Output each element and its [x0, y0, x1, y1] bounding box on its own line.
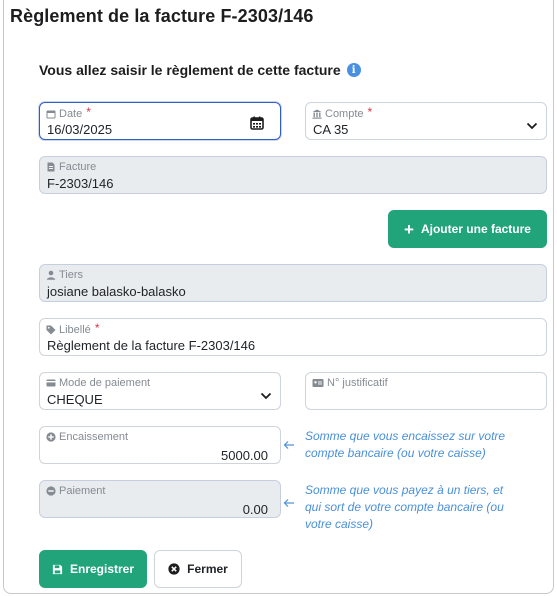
add-invoice-button[interactable]: + Ajouter une facture — [388, 210, 547, 248]
arrow-left-icon — [283, 499, 294, 507]
info-icon[interactable]: i — [346, 63, 361, 77]
close-label: Fermer — [187, 562, 228, 576]
date-value: 16/03/2025 — [47, 122, 113, 137]
subtitle: Vous allez saisir le règlement de cette … — [39, 62, 361, 78]
close-circle-icon — [168, 563, 180, 575]
encaissement-hint-line: compte bancaire (ou votre caisse) — [305, 446, 486, 460]
paiement-label: Paiement — [46, 485, 105, 497]
compte-required-mark: * — [367, 105, 373, 119]
compte-label-text: Compte — [325, 108, 364, 120]
mode-paiement-value: CHEQUE — [47, 392, 103, 407]
tag-icon — [46, 325, 56, 335]
date-label: Date * — [46, 105, 91, 121]
libelle-value: Règlement de la facture F-2303/146 — [47, 338, 256, 353]
encaissement-value: 5000.00 — [221, 448, 268, 463]
mode-paiement-select[interactable]: Mode de paiement CHEQUE — [39, 372, 281, 410]
add-invoice-label: Ajouter une facture — [420, 222, 531, 236]
save-label: Enregistrer — [69, 562, 135, 576]
plus-circle-icon — [46, 432, 56, 442]
encaissement-label-text: Encaissement — [59, 431, 129, 443]
paiement-hint-line: votre caisse) — [305, 517, 374, 531]
paiement-value: 0.00 — [242, 502, 268, 517]
encaissement-label: Encaissement — [46, 431, 128, 443]
chevron-down-icon — [526, 122, 538, 130]
credit-card-icon — [46, 379, 56, 387]
tiers-value: josiane balasko-balasko — [47, 284, 186, 299]
facture-value: F-2303/146 — [47, 176, 114, 191]
tiers-field: Tiers josiane balasko-balasko — [39, 264, 547, 302]
facture-field: Facture F-2303/146 — [39, 156, 547, 194]
encaissement-input[interactable]: Encaissement 5000.00 — [39, 426, 281, 464]
paiement-hint-line: Somme que vous payez à un tiers, et — [305, 483, 504, 497]
facture-label-text: Facture — [59, 161, 97, 173]
libelle-label: Libellé * — [46, 321, 100, 337]
arrow-left-icon — [283, 441, 294, 449]
tiers-label: Tiers — [46, 269, 83, 281]
facture-label: Facture — [46, 161, 96, 173]
date-label-text: Date — [59, 108, 83, 120]
justificatif-input[interactable]: N° justificatif — [305, 372, 547, 410]
paiement-input[interactable]: Paiement 0.00 — [39, 480, 281, 518]
document-icon — [47, 162, 55, 172]
calendar-small-icon — [46, 110, 56, 119]
mode-paiement-label-text: Mode de paiement — [59, 377, 151, 389]
libelle-required-mark: * — [94, 321, 100, 335]
minus-circle-icon — [46, 486, 56, 496]
compte-value: CA 35 — [313, 122, 349, 137]
plus-icon: + — [404, 219, 414, 239]
compte-label: Compte * — [312, 105, 373, 121]
chevron-down-icon — [260, 392, 272, 400]
justificatif-label: N° justificatif — [312, 377, 388, 389]
encaissement-hint-line: Somme que vous encaissez sur votre — [305, 429, 506, 443]
date-required-mark: * — [86, 105, 91, 119]
user-icon — [46, 270, 56, 280]
paiement-hint-line: qui sort de votre compte bancaire (ou — [305, 500, 504, 514]
page-title: Règlement de la facture F-2303/146 — [10, 6, 314, 26]
libelle-input[interactable]: Libellé * Règlement de la facture F-2303/… — [39, 318, 547, 356]
justificatif-label-text: N° justificatif — [327, 377, 388, 389]
paiement-hint: Somme que vous payez à un tiers, et qui … — [305, 482, 504, 533]
save-button[interactable]: Enregistrer — [39, 550, 147, 588]
compte-select[interactable]: Compte * CA 35 — [305, 102, 547, 140]
calendar-icon[interactable] — [250, 116, 264, 130]
subtitle-text: Vous allez saisir le règlement de cette … — [39, 62, 341, 78]
tiers-label-text: Tiers — [59, 269, 84, 281]
paiement-label-text: Paiement — [59, 485, 106, 497]
date-field[interactable]: Date * 16/03/2025 — [39, 102, 281, 140]
libelle-label-text: Libellé — [59, 324, 91, 336]
id-card-icon — [312, 379, 324, 387]
encaissement-hint: Somme que vous encaissez sur votre compt… — [305, 428, 505, 462]
save-icon — [52, 564, 63, 574]
mode-paiement-label: Mode de paiement — [46, 377, 150, 389]
bank-icon — [312, 109, 322, 119]
close-button[interactable]: Fermer — [154, 550, 242, 588]
